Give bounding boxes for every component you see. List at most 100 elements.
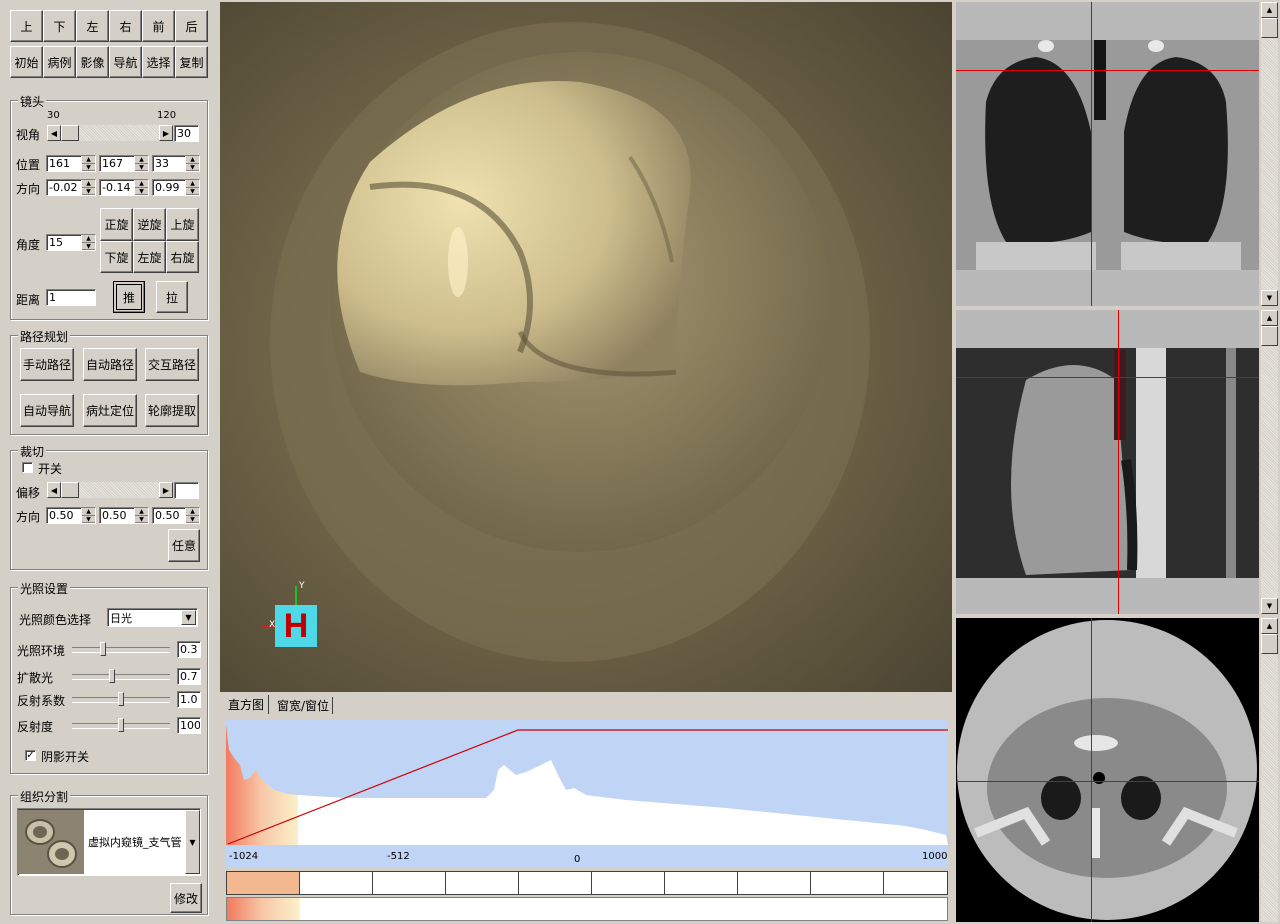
offset-value-field[interactable] bbox=[174, 482, 199, 499]
colormap-segment[interactable] bbox=[519, 872, 592, 894]
nav-left-button[interactable]: 左 bbox=[76, 10, 109, 42]
sagittal-view[interactable] bbox=[956, 310, 1259, 614]
ambient-value-field[interactable]: 0.3 bbox=[177, 641, 201, 658]
coronal-crosshair-horizontal[interactable] bbox=[956, 70, 1259, 71]
tab-window-level[interactable]: 窗宽/窗位 bbox=[274, 697, 334, 714]
histogram-chart[interactable] bbox=[226, 720, 948, 850]
position-y-spinner[interactable]: ▲ ▼ bbox=[134, 156, 148, 171]
sagittal-crosshair-horizontal[interactable] bbox=[956, 377, 1259, 378]
rotate-down-button[interactable]: 下旋 bbox=[100, 241, 133, 273]
tab-histogram[interactable]: 直方图 bbox=[224, 695, 270, 714]
diffuse-slider-thumb[interactable] bbox=[108, 669, 115, 683]
colormap-segment[interactable] bbox=[884, 872, 947, 894]
coronal-crosshair-vertical[interactable] bbox=[1091, 2, 1092, 306]
coronal-view[interactable] bbox=[956, 2, 1259, 306]
tissue-preset-combo[interactable]: 虚拟内窥镜_支气管 bbox=[17, 808, 201, 876]
sagittal-scroll-down-icon[interactable]: ▼ bbox=[1261, 598, 1278, 614]
fov-scrollbar[interactable]: ◀ ▶ bbox=[47, 125, 173, 141]
coronal-scroll-down-icon[interactable]: ▼ bbox=[1261, 290, 1278, 306]
reflect-coef-value-field[interactable]: 1.0 bbox=[177, 691, 201, 708]
modify-button[interactable]: 修改 bbox=[170, 883, 202, 913]
axial-crosshair-vertical[interactable] bbox=[1091, 618, 1092, 922]
clip-direction-x-spinner[interactable]: ▲ ▼ bbox=[81, 508, 95, 523]
init-button[interactable]: 初始 bbox=[10, 46, 43, 78]
offset-scroll-right-icon[interactable]: ▶ bbox=[159, 482, 173, 498]
contour-extract-button[interactable]: 轮廓提取 bbox=[145, 394, 199, 427]
navigate-button[interactable]: 导航 bbox=[109, 46, 142, 78]
direction-y-spinner[interactable]: ▲ ▼ bbox=[134, 180, 148, 195]
shadow-checkbox[interactable]: ✓ bbox=[25, 750, 36, 761]
manual-path-button[interactable]: 手动路径 bbox=[20, 348, 74, 381]
rotate-up-button[interactable]: 上旋 bbox=[166, 208, 199, 241]
angle-spinner[interactable]: ▲ ▼ bbox=[81, 235, 95, 250]
offset-scrollbar[interactable]: ◀ ▶ bbox=[47, 482, 173, 498]
position-z-spinner[interactable]: ▲ ▼ bbox=[185, 156, 199, 171]
auto-path-button[interactable]: 自动路径 bbox=[83, 348, 137, 381]
colormap-segment[interactable] bbox=[811, 872, 884, 894]
clip-direction-label: 方向 bbox=[16, 510, 41, 524]
direction-z-spinner[interactable]: ▲ ▼ bbox=[185, 180, 199, 195]
interactive-path-button[interactable]: 交互路径 bbox=[145, 348, 199, 381]
colormap-segment[interactable] bbox=[592, 872, 665, 894]
axial-scroll-up-icon[interactable]: ▲ bbox=[1261, 618, 1278, 634]
light-color-dropdown-icon[interactable]: ▼ bbox=[181, 610, 196, 625]
offset-scroll-thumb[interactable] bbox=[61, 482, 79, 498]
fov-scroll-left-icon[interactable]: ◀ bbox=[47, 125, 61, 141]
rotate-left-button[interactable]: 左旋 bbox=[133, 241, 166, 273]
pull-button[interactable]: 拉 bbox=[156, 281, 188, 313]
nav-front-button[interactable]: 前 bbox=[142, 10, 175, 42]
copy-button[interactable]: 复制 bbox=[175, 46, 208, 78]
position-x-spinner[interactable]: ▲ ▼ bbox=[81, 156, 95, 171]
any-clip-button[interactable]: 任意 bbox=[168, 529, 200, 562]
ambient-slider-thumb[interactable] bbox=[99, 642, 106, 656]
select-button[interactable]: 选择 bbox=[142, 46, 175, 78]
tissue-preset-dropdown-icon[interactable]: ▼ bbox=[185, 810, 200, 874]
colormap-segment[interactable] bbox=[665, 872, 738, 894]
nav-down-button[interactable]: 下 bbox=[43, 10, 76, 42]
coronal-scroll-up-icon[interactable]: ▲ bbox=[1261, 2, 1278, 18]
clip-toggle-checkbox[interactable] bbox=[22, 462, 33, 473]
offset-scroll-left-icon[interactable]: ◀ bbox=[47, 482, 61, 498]
sagittal-scroll-thumb[interactable] bbox=[1261, 326, 1278, 346]
direction-x-spinner[interactable]: ▲ ▼ bbox=[81, 180, 95, 195]
lesion-locate-button[interactable]: 病灶定位 bbox=[83, 394, 137, 427]
case-button[interactable]: 病例 bbox=[43, 46, 76, 78]
axial-view[interactable] bbox=[956, 618, 1259, 922]
rotate-ccw-button[interactable]: 逆旋 bbox=[133, 208, 166, 241]
sagittal-scrollbar[interactable]: ▲ ▼ bbox=[1261, 310, 1278, 614]
axial-crosshair-horizontal[interactable] bbox=[956, 781, 1259, 782]
ambient-slider-track[interactable] bbox=[72, 647, 170, 653]
colormap-segment[interactable] bbox=[300, 872, 373, 894]
nav-back-button[interactable]: 后 bbox=[175, 10, 208, 42]
reflectivity-value-field[interactable]: 100 bbox=[177, 717, 201, 734]
auto-navigate-button[interactable]: 自动导航 bbox=[20, 394, 74, 427]
clip-direction-y-spinner[interactable]: ▲ ▼ bbox=[134, 508, 148, 523]
colormap-segment[interactable] bbox=[738, 872, 811, 894]
sagittal-scroll-up-icon[interactable]: ▲ bbox=[1261, 310, 1278, 326]
colormap-segment-active[interactable] bbox=[227, 872, 300, 894]
reflectivity-slider-thumb[interactable] bbox=[118, 718, 124, 732]
colormap-segment[interactable] bbox=[446, 872, 519, 894]
axial-scrollbar[interactable]: ▲ bbox=[1261, 618, 1278, 922]
nav-up-button[interactable]: 上 bbox=[10, 10, 43, 42]
push-button[interactable]: 推 bbox=[113, 281, 145, 313]
diffuse-slider-track[interactable] bbox=[72, 674, 170, 680]
coronal-scrollbar[interactable]: ▲ ▼ bbox=[1261, 2, 1278, 306]
colormap-segment-strip[interactable] bbox=[226, 871, 948, 895]
clip-direction-z-spinner[interactable]: ▲ ▼ bbox=[185, 508, 199, 523]
nav-right-button[interactable]: 右 bbox=[109, 10, 142, 42]
distance-field[interactable]: 1 bbox=[46, 289, 96, 306]
rotate-right-button[interactable]: 右旋 bbox=[166, 241, 199, 273]
axial-scroll-thumb[interactable] bbox=[1261, 634, 1278, 654]
rotate-cw-button[interactable]: 正旋 bbox=[100, 208, 133, 241]
image-button[interactable]: 影像 bbox=[76, 46, 109, 78]
fov-scroll-thumb[interactable] bbox=[61, 125, 79, 141]
sagittal-crosshair-vertical[interactable] bbox=[1118, 310, 1119, 614]
fov-scroll-right-icon[interactable]: ▶ bbox=[159, 125, 173, 141]
colormap-segment[interactable] bbox=[373, 872, 446, 894]
fov-value-field[interactable]: 30 bbox=[174, 125, 199, 142]
reflect-coef-slider-thumb[interactable] bbox=[118, 692, 124, 706]
coronal-scroll-thumb[interactable] bbox=[1261, 18, 1278, 38]
diffuse-value-field[interactable]: 0.7 bbox=[177, 668, 201, 685]
endoscope-3d-view[interactable] bbox=[220, 2, 952, 692]
